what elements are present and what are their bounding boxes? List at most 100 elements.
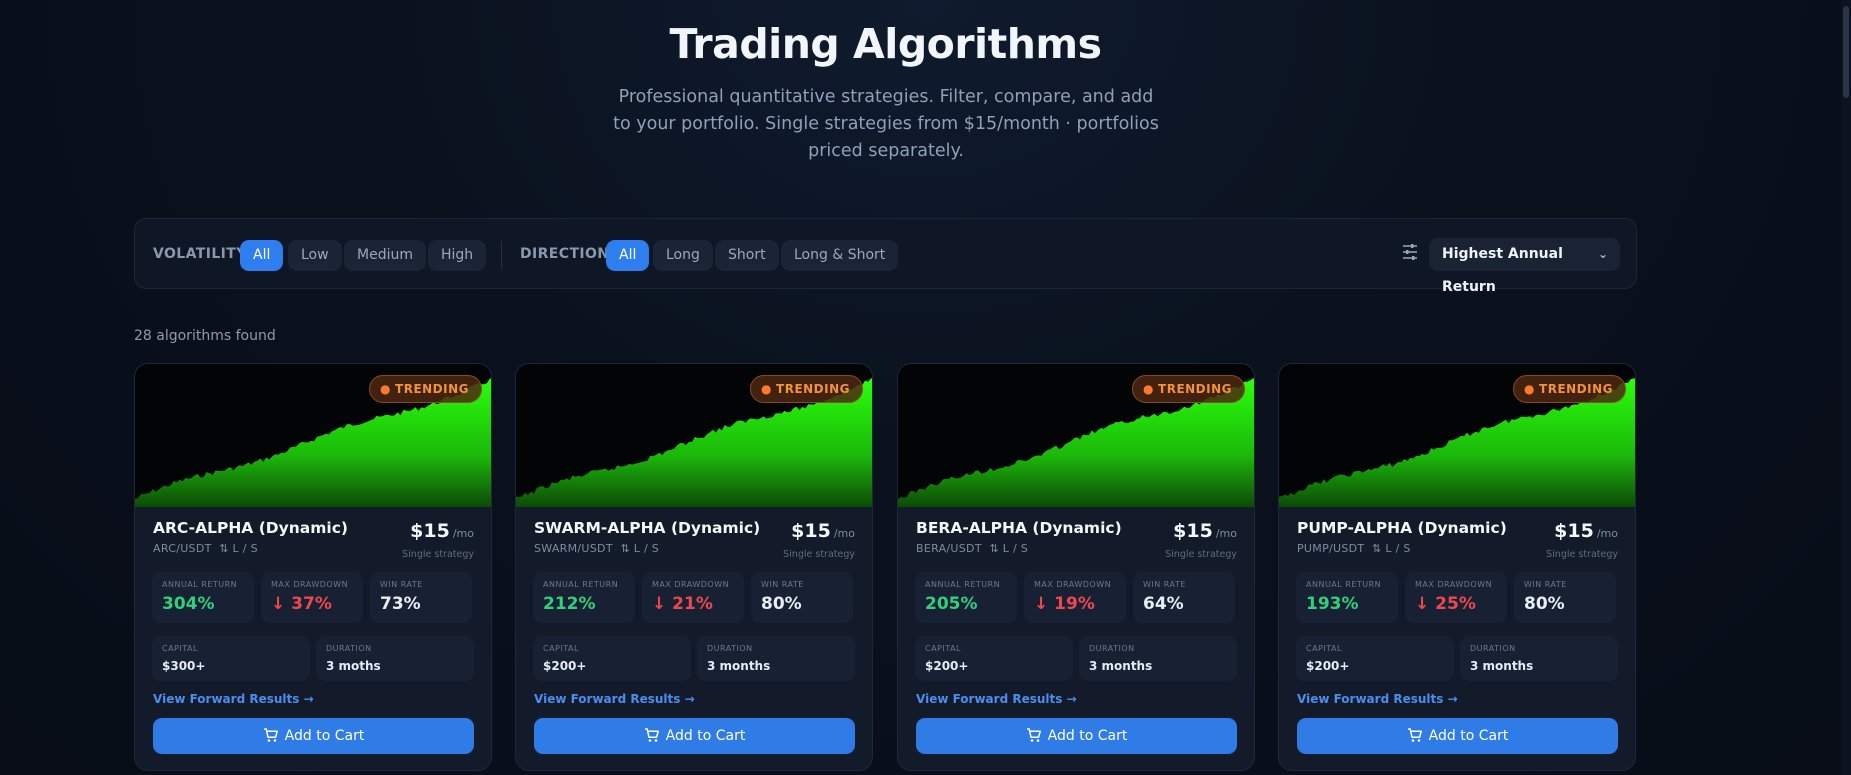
- info-label: CAPITAL: [162, 644, 198, 653]
- price-subtext: Single strategy: [1165, 549, 1237, 560]
- view-forward-results-link[interactable]: View Forward Results →: [916, 692, 1077, 706]
- add-to-cart-button[interactable]: Add to Cart: [534, 718, 855, 754]
- trading-pair: SWARM/USDT ⇅ L / S: [534, 542, 659, 555]
- stat-label: WIN RATE: [1524, 580, 1567, 589]
- filter-bar: VOLATILITY All Low Medium High DIRECTION…: [134, 218, 1637, 295]
- cart-icon: [644, 727, 659, 742]
- volatility-chip-all[interactable]: All: [240, 240, 284, 271]
- page-scrollbar[interactable]: [1841, 0, 1851, 775]
- fire-icon: ●: [1524, 382, 1536, 396]
- trending-label: TRENDING: [776, 382, 850, 396]
- pair-label: PUMP/USDT: [1297, 542, 1365, 555]
- scrollbar-thumb[interactable]: [1843, 6, 1849, 98]
- price-value: $15: [791, 520, 831, 542]
- price-unit: /mo: [1596, 527, 1618, 540]
- direction-chip-all[interactable]: All: [606, 240, 650, 271]
- drawdown-value: 25%: [1435, 594, 1476, 614]
- trending-label: TRENDING: [1158, 382, 1232, 396]
- stat-value: 304%: [162, 594, 215, 614]
- info-capital: CAPITAL $200+: [915, 636, 1073, 681]
- direction-chip-short[interactable]: Short: [715, 240, 779, 271]
- fire-icon: ●: [1143, 382, 1155, 396]
- stat-label: MAX DRAWDOWN: [1415, 580, 1493, 589]
- price-value: $15: [1173, 520, 1213, 542]
- equity-chart: ● TRENDING: [135, 364, 491, 507]
- trending-label: TRENDING: [1539, 382, 1613, 396]
- page-title: Trading Algorithms: [669, 20, 1102, 68]
- equity-chart: ● TRENDING: [516, 364, 872, 507]
- stat-value: ↓ 21%: [652, 594, 713, 614]
- cart-icon: [1407, 727, 1422, 742]
- price: $15/mo: [1173, 520, 1237, 542]
- stat-win-rate: WIN RATE 80%: [1514, 572, 1616, 623]
- page-subtitle: Professional quantitative strategies. Fi…: [613, 87, 1159, 161]
- info-label: DURATION: [1470, 644, 1516, 653]
- add-to-cart-button[interactable]: Add to Cart: [1297, 718, 1618, 754]
- direction-chip-long[interactable]: Long: [653, 240, 713, 271]
- pair-label: ARC/USDT: [153, 542, 212, 555]
- algorithm-name: PUMP-ALPHA (Dynamic): [1297, 519, 1507, 537]
- info-capital: CAPITAL $200+: [1296, 636, 1454, 681]
- drawdown-value: 19%: [1054, 594, 1095, 614]
- algorithm-card[interactable]: ● TRENDING PUMP-ALPHA (Dynamic) PUMP/USDT ⇅…: [1278, 363, 1636, 771]
- pair-label: BERA/USDT: [916, 542, 982, 555]
- info-value: 3 moths: [326, 659, 381, 673]
- sliders-icon[interactable]: [1402, 243, 1418, 261]
- fire-icon: ●: [380, 382, 392, 396]
- direction-indicator: ⇅ L / S: [219, 542, 258, 555]
- algorithm-name: BERA-ALPHA (Dynamic): [916, 519, 1122, 537]
- price: $15/mo: [791, 520, 855, 542]
- info-value: $200+: [925, 659, 969, 673]
- arrow-down-icon: ↓: [1415, 594, 1430, 614]
- stat-label: WIN RATE: [761, 580, 804, 589]
- info-duration: DURATION 3 moths: [316, 636, 474, 681]
- volatility-chip-low[interactable]: Low: [288, 240, 342, 271]
- add-to-cart-button[interactable]: Add to Cart: [153, 718, 474, 754]
- info-duration: DURATION 3 months: [697, 636, 855, 681]
- add-to-cart-button[interactable]: Add to Cart: [916, 718, 1237, 754]
- stat-value: 212%: [543, 594, 596, 614]
- volatility-label: VOLATILITY: [153, 246, 247, 262]
- trading-pair: PUMP/USDT ⇅ L / S: [1297, 542, 1411, 555]
- algorithm-card[interactable]: ● TRENDING SWARM-ALPHA (Dynamic) SWARM/USDT…: [515, 363, 873, 771]
- algorithm-card[interactable]: ● TRENDING ARC-ALPHA (Dynamic) ARC/USDT ⇅ L…: [134, 363, 492, 771]
- direction-indicator: ⇅ L / S: [620, 542, 660, 555]
- trending-badge: ● TRENDING: [369, 375, 482, 403]
- stat-max-drawdown: MAX DRAWDOWN ↓ 19%: [1024, 572, 1126, 623]
- fire-icon: ●: [761, 382, 773, 396]
- info-label: DURATION: [326, 644, 372, 653]
- view-forward-results-link[interactable]: View Forward Results →: [534, 692, 695, 706]
- info-label: CAPITAL: [1306, 644, 1342, 653]
- stat-annual-return: ANNUAL RETURN 193%: [1296, 572, 1398, 623]
- price: $15/mo: [410, 520, 474, 542]
- stat-max-drawdown: MAX DRAWDOWN ↓ 37%: [261, 572, 363, 623]
- stat-max-drawdown: MAX DRAWDOWN ↓ 25%: [1405, 572, 1507, 623]
- sort-select[interactable]: Highest Annual Return ⌄: [1429, 238, 1620, 295]
- algorithm-name: ARC-ALPHA (Dynamic): [153, 519, 348, 537]
- price-subtext: Single strategy: [402, 549, 474, 560]
- info-capital: CAPITAL $300+: [152, 636, 310, 681]
- trending-badge: ● TRENDING: [1513, 375, 1626, 403]
- stat-label: MAX DRAWDOWN: [1034, 580, 1112, 589]
- volatility-chip-high[interactable]: High: [428, 240, 487, 271]
- trading-pair: ARC/USDT ⇅ L / S: [153, 542, 258, 555]
- info-label: CAPITAL: [925, 644, 961, 653]
- drawdown-value: 37%: [291, 594, 332, 614]
- direction-chip-long-short[interactable]: Long & Short: [781, 240, 899, 271]
- add-to-cart-label: Add to Cart: [1047, 728, 1128, 744]
- view-forward-results-link[interactable]: View Forward Results →: [153, 692, 314, 706]
- trending-badge: ● TRENDING: [750, 375, 863, 403]
- stat-label: MAX DRAWDOWN: [652, 580, 730, 589]
- stat-label: MAX DRAWDOWN: [271, 580, 349, 589]
- stat-annual-return: ANNUAL RETURN 212%: [533, 572, 635, 623]
- chevron-down-icon: ⌄: [1597, 247, 1608, 261]
- view-forward-results-link[interactable]: View Forward Results →: [1297, 692, 1458, 706]
- info-value: $200+: [1306, 659, 1350, 673]
- info-label: DURATION: [1089, 644, 1135, 653]
- volatility-chip-medium[interactable]: Medium: [344, 240, 426, 271]
- stat-label: WIN RATE: [1143, 580, 1186, 589]
- algorithm-card[interactable]: ● TRENDING BERA-ALPHA (Dynamic) BERA/USDT ⇅…: [897, 363, 1255, 771]
- trending-badge: ● TRENDING: [1132, 375, 1245, 403]
- price-subtext: Single strategy: [783, 549, 855, 560]
- algorithm-name: SWARM-ALPHA (Dynamic): [534, 519, 761, 537]
